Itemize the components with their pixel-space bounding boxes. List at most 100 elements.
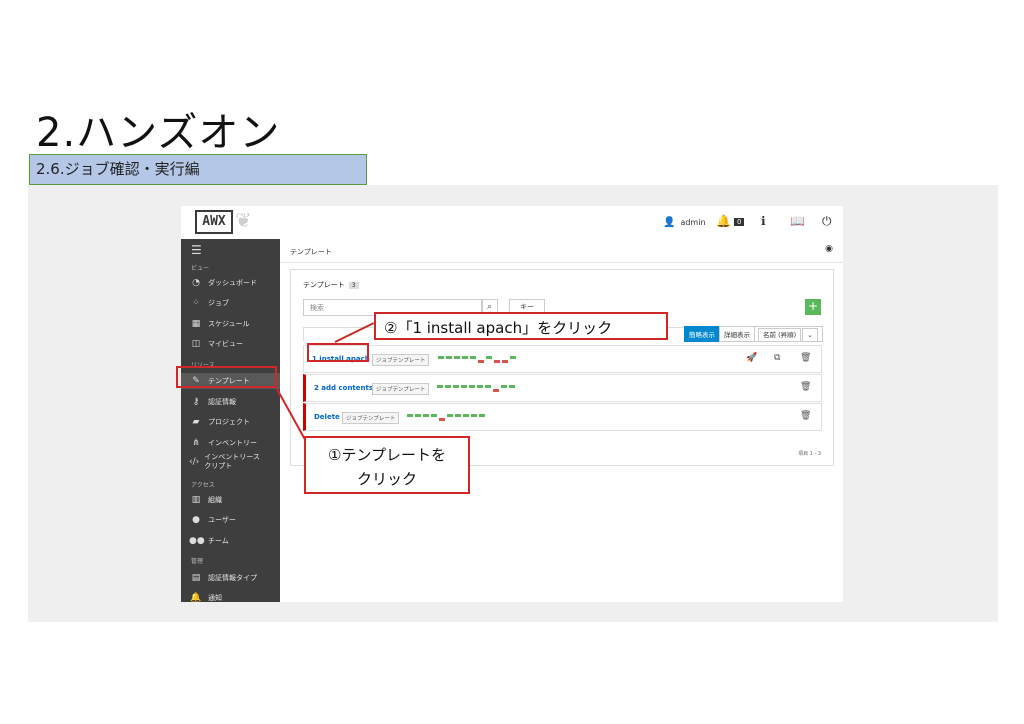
- job-status-ok[interactable]: [469, 385, 475, 388]
- callout-click-template: ①テンプレートを クリック: [304, 436, 470, 494]
- sidebar-section-access: アクセス: [191, 482, 215, 489]
- template-row-3[interactable]: Delete ジョブテンプレート 🗑: [303, 403, 822, 431]
- code-icon: ‹/›: [189, 456, 200, 467]
- job-status-ok[interactable]: [470, 356, 476, 359]
- job-status-ok[interactable]: [463, 414, 469, 417]
- expanded-view-button[interactable]: 詳細表示: [719, 326, 755, 342]
- breadcrumb: テンプレート: [290, 248, 332, 256]
- sidebar-item-organizations[interactable]: ▥ 組織: [189, 495, 277, 505]
- sidebar-item-inventory-scripts[interactable]: ‹/› インベントリースクリプト: [189, 453, 261, 471]
- delete-icon[interactable]: 🗑: [800, 382, 811, 392]
- job-status-fail[interactable]: [502, 360, 508, 363]
- job-status-ok[interactable]: [431, 414, 437, 417]
- job-status-ok[interactable]: [415, 414, 421, 417]
- users-icon: ●●: [189, 536, 205, 546]
- spinner-icon: ⁘: [192, 298, 200, 308]
- job-status-ok[interactable]: [453, 385, 459, 388]
- sidebar-item-notifications[interactable]: 🔔 通知: [189, 593, 277, 603]
- sidebar-item-dashboard[interactable]: ◔ ダッシュボード: [189, 278, 277, 288]
- job-status-fail[interactable]: [439, 418, 445, 421]
- sidebar-item-inventories[interactable]: ⋔ インベントリー: [189, 438, 277, 448]
- template-name-link[interactable]: Delete: [314, 413, 340, 421]
- job-status-ok[interactable]: [437, 385, 443, 388]
- template-row-1[interactable]: 1 install apach ジョブテンプレート 🚀 ⧉ 🗑: [303, 345, 822, 373]
- job-status-ok[interactable]: [455, 414, 461, 417]
- job-status-ok[interactable]: [461, 385, 467, 388]
- sidebar-section-admin: 管理: [191, 558, 204, 565]
- docs-icon[interactable]: 📖: [790, 214, 805, 228]
- sidebar-item-projects[interactable]: ▰ プロジェクト: [189, 417, 277, 427]
- id-card-icon: ▤: [191, 573, 201, 583]
- wing-icon: ❦: [235, 208, 252, 232]
- sidebar-templates-highlight: [176, 366, 277, 388]
- power-icon[interactable]: ⏻: [822, 214, 832, 229]
- calendar-icon: ▦: [191, 319, 201, 329]
- panel-title: テンプレート 3: [303, 280, 359, 290]
- job-status-ok[interactable]: [446, 356, 452, 359]
- job-status-ok[interactable]: [407, 414, 413, 417]
- info-icon[interactable]: ℹ: [761, 214, 766, 228]
- template-count-badge: 3: [348, 282, 359, 289]
- main-content: テンプレート ◉ テンプレート 3 検索 ⌕ キー + 簡略表示 詳細表示 名前 …: [280, 239, 843, 602]
- job-status-ok[interactable]: [471, 414, 477, 417]
- building-icon: ▥: [191, 495, 201, 505]
- slide-subtitle: 2.6.ジョブ確認・実行編: [29, 154, 367, 185]
- delete-icon[interactable]: 🗑: [800, 353, 811, 363]
- divider: [280, 262, 843, 263]
- user-icon: 👤: [663, 217, 676, 228]
- job-status-ok[interactable]: [477, 385, 483, 388]
- job-status-fail[interactable]: [493, 389, 499, 392]
- awx-logo[interactable]: AWX: [195, 210, 233, 234]
- columns-icon: ◫: [191, 339, 201, 349]
- template-type-tag: ジョブテンプレート: [372, 354, 430, 366]
- job-status-ok[interactable]: [454, 356, 460, 359]
- user-icon: ●: [192, 515, 200, 525]
- sidebar-item-schedules[interactable]: ▦ スケジュール: [189, 319, 277, 329]
- job-status-ok[interactable]: [501, 385, 507, 388]
- job-status-fail[interactable]: [494, 360, 500, 363]
- job-status-fail[interactable]: [478, 360, 484, 363]
- sidebar-item-credentials[interactable]: ⚷ 認証情報: [189, 397, 277, 407]
- activity-stream-icon[interactable]: ◉: [825, 244, 833, 254]
- sitemap-icon: ⋔: [192, 438, 200, 448]
- callout-click-install: ②「1 install apach」をクリック: [374, 312, 668, 340]
- job-status-ok[interactable]: [445, 385, 451, 388]
- copy-icon[interactable]: ⧉: [774, 353, 780, 363]
- sidebar: ☰ ビュー ◔ ダッシュボード ⁘ ジョブ ▦ スケジュール ◫ マイビュー リソース …: [181, 239, 280, 603]
- template-type-tag: ジョブテンプレート: [342, 412, 400, 424]
- user-menu[interactable]: 👤 admin: [663, 217, 706, 228]
- compact-view-button[interactable]: 簡略表示: [684, 326, 720, 342]
- sidebar-item-teams[interactable]: ●● チーム: [189, 536, 277, 546]
- job-status-ok[interactable]: [485, 385, 491, 388]
- delete-icon[interactable]: 🗑: [800, 411, 811, 421]
- sidebar-item-jobs[interactable]: ⁘ ジョブ: [189, 298, 277, 308]
- sidebar-section-view: ビュー: [191, 265, 210, 272]
- job-status-ok[interactable]: [479, 414, 485, 417]
- launch-icon[interactable]: 🚀: [746, 353, 757, 363]
- view-toggle: 簡略表示 詳細表示 名前 (昇順) ⌄: [684, 326, 823, 342]
- awx-screenshot: AWX ❦ 👤 admin 🔔 0 ℹ 📖 ⏻ ☰ ビュー ◔ ダッシュボード ⁘ ジョ…: [181, 206, 843, 603]
- sort-dropdown[interactable]: 名前 (昇順) ⌄: [754, 326, 823, 342]
- sidebar-item-credential-types[interactable]: ▤ 認証情報タイプ: [189, 573, 277, 583]
- sidebar-item-users[interactable]: ● ユーザー: [189, 515, 277, 525]
- job-status-ok[interactable]: [447, 414, 453, 417]
- template-link-highlight: [307, 343, 369, 362]
- dashboard-icon: ◔: [192, 278, 200, 288]
- job-status-ok[interactable]: [438, 356, 444, 359]
- notifications-button[interactable]: 🔔 0: [716, 214, 745, 228]
- template-name-link[interactable]: 2 add contents: [314, 384, 373, 392]
- job-status-ok[interactable]: [462, 356, 468, 359]
- folder-icon: ▰: [192, 417, 200, 427]
- job-status-ok[interactable]: [423, 414, 429, 417]
- job-status-ok[interactable]: [509, 385, 515, 388]
- job-status-ok[interactable]: [486, 356, 492, 359]
- notification-count: 0: [733, 217, 745, 226]
- job-status-ok[interactable]: [510, 356, 516, 359]
- sidebar-item-my-view[interactable]: ◫ マイビュー: [189, 339, 277, 349]
- template-row-2[interactable]: 2 add contents ジョブテンプレート 🗑: [303, 374, 822, 402]
- key-icon: ⚷: [192, 397, 200, 407]
- add-template-button[interactable]: +: [805, 299, 821, 315]
- top-navbar: AWX ❦ 👤 admin 🔔 0 ℹ 📖 ⏻: [181, 206, 843, 240]
- bell-icon: 🔔: [190, 593, 202, 603]
- menu-icon[interactable]: ☰: [191, 243, 202, 257]
